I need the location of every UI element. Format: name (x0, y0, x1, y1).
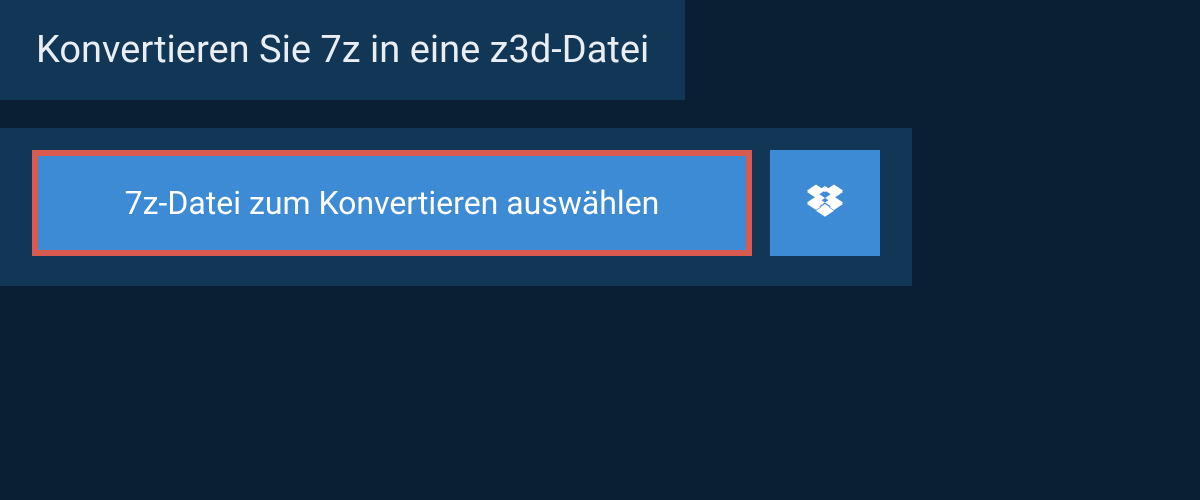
dropbox-button[interactable] (770, 150, 880, 256)
header-bar: Konvertieren Sie 7z in eine z3d-Datei (0, 0, 685, 100)
select-file-label: 7z-Datei zum Konvertieren auswählen (125, 184, 660, 222)
select-file-button[interactable]: 7z-Datei zum Konvertieren auswählen (32, 150, 752, 256)
dropbox-icon (807, 183, 843, 223)
action-panel: 7z-Datei zum Konvertieren auswählen (0, 128, 912, 286)
page-title: Konvertieren Sie 7z in eine z3d-Datei (36, 28, 649, 72)
